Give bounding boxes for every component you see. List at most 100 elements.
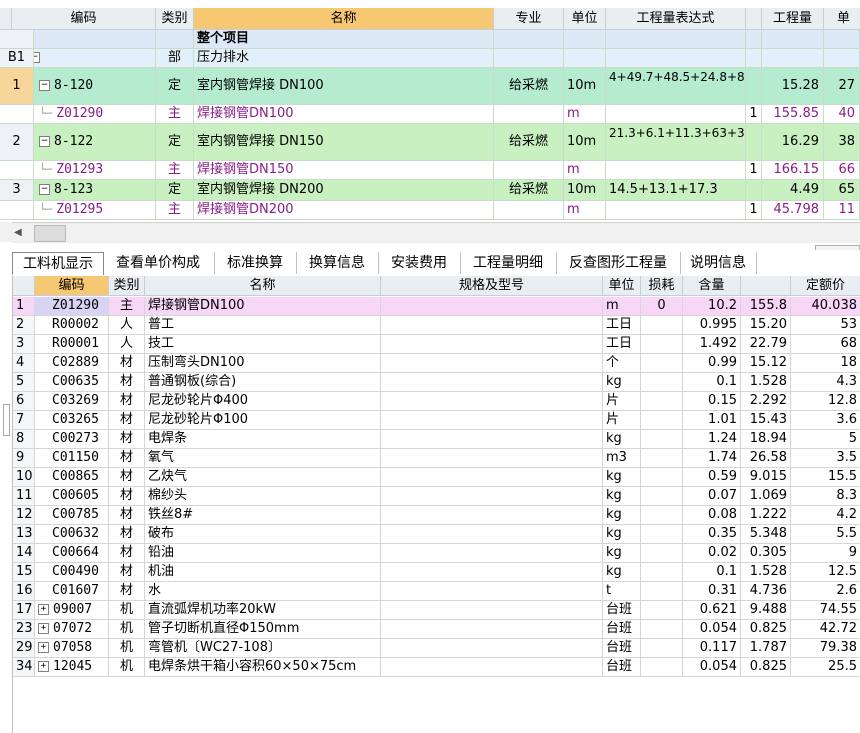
row-expression[interactable] bbox=[606, 201, 746, 220]
tab-installation-cost[interactable]: 安装费用 bbox=[378, 252, 461, 274]
resource-quantity[interactable]: 2.292 bbox=[741, 392, 791, 411]
resource-row[interactable]: 3 R00001 人技工 工日 1.492 22.79 68 bbox=[13, 335, 860, 354]
resource-spec[interactable] bbox=[381, 392, 603, 411]
row-code-cell[interactable]: − bbox=[34, 49, 156, 68]
resource-row[interactable]: 11 C00605 材棉纱头 kg 0.07 1.069 8.3 bbox=[13, 487, 860, 506]
resource-name[interactable]: 氧气 bbox=[145, 449, 381, 468]
resource-content[interactable]: 0.08 bbox=[683, 506, 741, 525]
collapse-toggle-icon[interactable]: − bbox=[39, 184, 50, 195]
resource-name[interactable]: 破布 bbox=[145, 525, 381, 544]
resource-loss[interactable] bbox=[641, 392, 683, 411]
resource-spec[interactable] bbox=[381, 411, 603, 430]
resource-unit[interactable]: kg bbox=[603, 506, 641, 525]
col-header-quota-price[interactable]: 定额价 bbox=[791, 276, 860, 296]
resource-spec[interactable] bbox=[381, 563, 603, 582]
resource-name[interactable]: 铅油 bbox=[145, 544, 381, 563]
resource-loss[interactable] bbox=[641, 487, 683, 506]
collapse-toggle-icon[interactable]: − bbox=[34, 52, 40, 63]
resource-content[interactable]: 10.2 bbox=[683, 297, 741, 316]
resource-name[interactable]: 电焊条 bbox=[145, 430, 381, 449]
col-header-name[interactable]: 名称 bbox=[194, 8, 494, 30]
resource-quantity[interactable]: 1.222 bbox=[741, 506, 791, 525]
row-name[interactable]: 室内钢管焊接 DN150 bbox=[194, 124, 494, 161]
resource-name[interactable]: 管子切断机直径Φ150mm bbox=[145, 620, 381, 639]
resource-row[interactable]: 2 R00002 人普工 工日 0.995 15.20 53 bbox=[13, 316, 860, 335]
resource-loss[interactable] bbox=[641, 544, 683, 563]
resource-unit[interactable]: 台班 bbox=[603, 639, 641, 658]
row-code-cell[interactable]: −8-122 bbox=[34, 124, 156, 161]
resource-content[interactable]: 0.59 bbox=[683, 468, 741, 487]
resource-name[interactable]: 焊接钢管DN100 bbox=[145, 297, 381, 316]
resource-name[interactable]: 机油 bbox=[145, 563, 381, 582]
top-grid-row[interactable]: − 整个项目 bbox=[0, 30, 860, 49]
resource-loss[interactable] bbox=[641, 430, 683, 449]
resource-quota-price[interactable]: 8.3 bbox=[791, 487, 860, 506]
col-header-code[interactable]: 编码 bbox=[12, 8, 156, 30]
resource-quantity[interactable]: 18.94 bbox=[741, 430, 791, 449]
row-expression[interactable]: 4+49.7+48.5+24.8+8.5+17.3 bbox=[606, 68, 746, 105]
resource-content[interactable]: 0.1 bbox=[683, 373, 741, 392]
resource-row[interactable]: 5 C00635 材普通钢板(综合) kg 0.1 1.528 4.3 bbox=[13, 373, 860, 392]
col-header-loss[interactable]: 损耗 bbox=[641, 276, 683, 296]
resource-content[interactable]: 1.24 bbox=[683, 430, 741, 449]
resource-unit[interactable]: kg bbox=[603, 563, 641, 582]
resource-quantity[interactable]: 15.43 bbox=[741, 411, 791, 430]
resource-spec[interactable] bbox=[381, 620, 603, 639]
resource-row[interactable]: 15 C00490 材机油 kg 0.1 1.528 12.5 bbox=[13, 563, 860, 582]
resource-name[interactable]: 压制弯头DN100 bbox=[145, 354, 381, 373]
top-grid-row[interactable]: 2−8-122 定室内钢管焊接 DN150 给采燃 10m 21.3+6.1+11.3+… bbox=[0, 124, 860, 161]
resource-quota-price[interactable]: 5 bbox=[791, 430, 860, 449]
resource-spec[interactable] bbox=[381, 639, 603, 658]
resource-name[interactable]: 电焊条烘干箱小容积60×50×75cm bbox=[145, 658, 381, 677]
row-name[interactable]: 焊接钢管DN200 bbox=[194, 201, 494, 220]
col-header-content[interactable]: 含量 bbox=[683, 276, 741, 296]
resource-spec[interactable] bbox=[381, 544, 603, 563]
top-grid-row[interactable]: 3−8-123 定室内钢管焊接 DN200 给采燃 10m 14.5+13.1+17.3… bbox=[0, 180, 860, 201]
resource-quantity[interactable]: 0.825 bbox=[741, 620, 791, 639]
resource-quota-price[interactable]: 42.72 bbox=[791, 620, 860, 639]
resource-quota-price[interactable]: 12.8 bbox=[791, 392, 860, 411]
col-header-expression[interactable]: 工程量表达式 bbox=[606, 8, 746, 30]
row-name[interactable]: 压力排水 bbox=[194, 49, 494, 68]
scroll-left-arrow-icon[interactable]: ◀ bbox=[14, 227, 22, 238]
expand-toggle-icon[interactable]: + bbox=[38, 604, 49, 615]
top-grid-row[interactable]: └─ Z01293 主焊接钢管DN150 m 1 166.15 66 bbox=[0, 161, 860, 180]
resource-content[interactable]: 0.117 bbox=[683, 639, 741, 658]
resource-content[interactable]: 0.35 bbox=[683, 525, 741, 544]
resource-row[interactable]: 16 C01607 材水 t 0.31 4.736 2.6 bbox=[13, 582, 860, 601]
resource-loss[interactable] bbox=[641, 506, 683, 525]
resource-unit[interactable]: 个 bbox=[603, 354, 641, 373]
tab-resource-display[interactable]: 工料机显示 bbox=[12, 252, 104, 275]
resource-row[interactable]: 1 Z01290 主焊接钢管DN100 m 0 10.2 155.8 40.038 bbox=[13, 297, 860, 316]
row-name[interactable]: 焊接钢管DN150 bbox=[194, 161, 494, 180]
resource-quantity[interactable]: 0.305 bbox=[741, 544, 791, 563]
resource-quota-price[interactable]: 9 bbox=[791, 544, 860, 563]
resource-unit[interactable]: 工日 bbox=[603, 316, 641, 335]
resource-name[interactable]: 直流弧焊机功率20kW bbox=[145, 601, 381, 620]
row-expression[interactable] bbox=[606, 105, 746, 124]
resource-quota-price[interactable]: 2.6 bbox=[791, 582, 860, 601]
resource-row[interactable]: 9 C01150 材氧气 m3 1.74 26.58 3.5 bbox=[13, 449, 860, 468]
resource-loss[interactable] bbox=[641, 658, 683, 677]
resource-quantity[interactable]: 15.12 bbox=[741, 354, 791, 373]
resource-quota-price[interactable]: 3.5 bbox=[791, 449, 860, 468]
resource-loss[interactable] bbox=[641, 411, 683, 430]
col-header-unit[interactable]: 单位 bbox=[564, 8, 606, 30]
col-header-unit[interactable]: 单位 bbox=[603, 276, 641, 296]
resource-row[interactable]: 13 C00632 材破布 kg 0.35 5.348 5.5 bbox=[13, 525, 860, 544]
resource-unit[interactable]: m bbox=[603, 297, 641, 316]
top-grid-row[interactable]: B1− 部压力排水 bbox=[0, 49, 860, 68]
resource-content[interactable]: 0.15 bbox=[683, 392, 741, 411]
resource-content[interactable]: 0.054 bbox=[683, 620, 741, 639]
row-name[interactable]: 整个项目 bbox=[194, 30, 494, 49]
col-header-type[interactable]: 类别 bbox=[109, 276, 145, 296]
resource-unit[interactable]: 工日 bbox=[603, 335, 641, 354]
row-expression[interactable] bbox=[606, 49, 746, 68]
resource-row[interactable]: 4 C02889 材压制弯头DN100 个 0.99 15.12 18 bbox=[13, 354, 860, 373]
resource-quota-price[interactable]: 18 bbox=[791, 354, 860, 373]
resource-quota-price[interactable]: 5.5 bbox=[791, 525, 860, 544]
resource-spec[interactable] bbox=[381, 487, 603, 506]
tab-description[interactable]: 说明信息 bbox=[680, 252, 757, 274]
gutter-handle[interactable] bbox=[3, 404, 10, 436]
resource-content[interactable]: 0.054 bbox=[683, 658, 741, 677]
